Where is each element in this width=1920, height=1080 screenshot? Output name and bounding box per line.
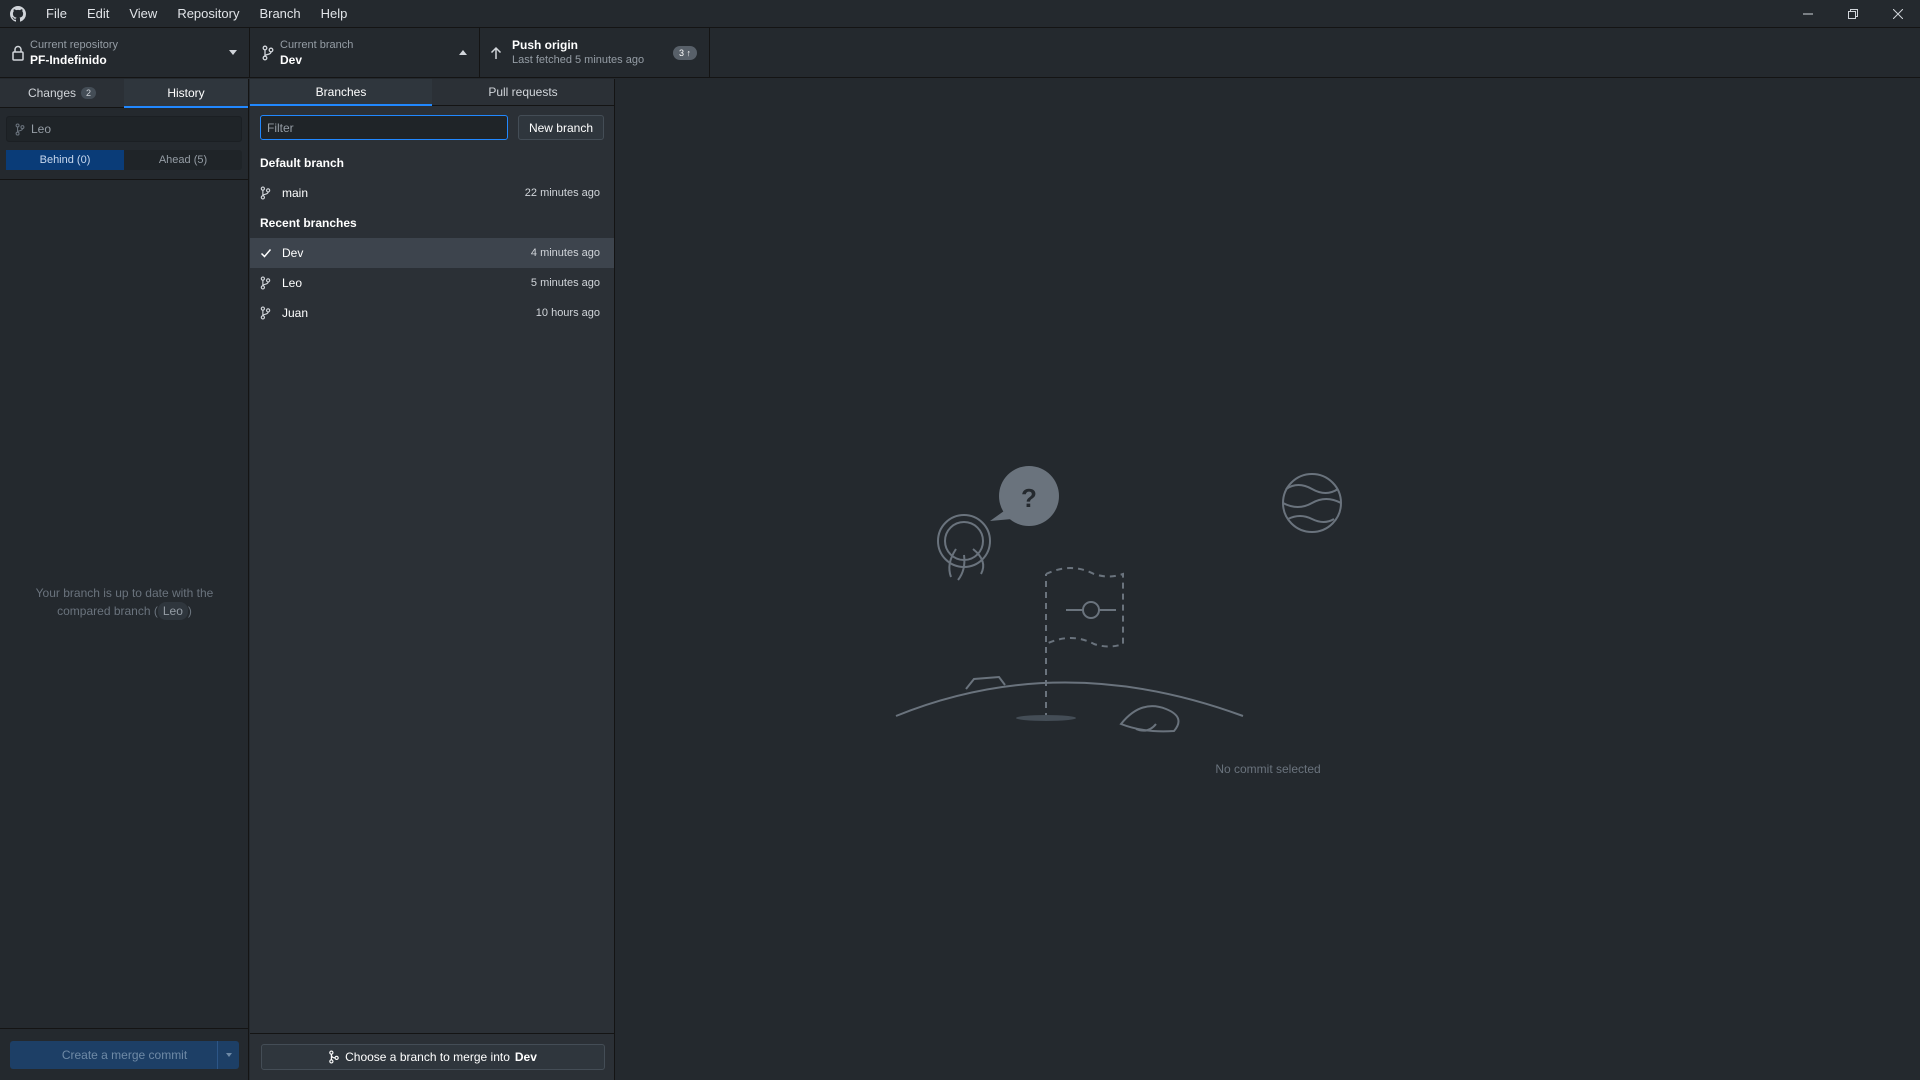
ahead-tab[interactable]: Ahead (5) (124, 150, 242, 170)
up-to-date-message: Your branch is up to date with the compa… (0, 584, 249, 620)
merge-into-label: Choose a branch to merge into (345, 1050, 510, 1064)
tab-pull-requests[interactable]: Pull requests (432, 79, 614, 105)
repo-name: PF-Indefinido (30, 53, 107, 67)
branch-item-juan[interactable]: Juan 10 hours ago (250, 298, 614, 328)
github-logo-icon (0, 0, 36, 28)
new-branch-button[interactable]: New branch (517, 115, 604, 140)
branch-filter-input[interactable]: Filter (260, 115, 508, 140)
svg-text:?: ? (1021, 483, 1037, 513)
menu-help[interactable]: Help (311, 0, 358, 28)
branch-caption: Current branch (280, 39, 354, 51)
menu-file[interactable]: File (36, 0, 77, 28)
menu-view[interactable]: View (119, 0, 167, 28)
tab-changes[interactable]: Changes 2 (0, 79, 124, 107)
branch-name: Juan (282, 306, 309, 320)
no-commit-selected-text: No commit selected (1215, 762, 1321, 776)
tab-history-label: History (167, 86, 205, 100)
ahead-count-badge: 3 ↑ (672, 46, 697, 60)
choose-branch-to-merge-button[interactable]: Choose a branch to merge into Dev (260, 1044, 605, 1070)
merge-bar: Create a merge commit (0, 1028, 249, 1080)
git-branch-icon (260, 276, 280, 290)
chevron-down-icon (229, 50, 237, 55)
menu-repository[interactable]: Repository (167, 0, 249, 28)
chevron-down-icon (225, 1052, 232, 1057)
compare-branch-input[interactable]: Leo (6, 116, 242, 142)
git-branch-icon (260, 186, 280, 200)
merge-target-branch: Dev (514, 1050, 537, 1064)
minimize-icon[interactable] (1785, 0, 1830, 28)
empty-state-illustration: ? (895, 466, 1342, 733)
window-controls (1785, 0, 1920, 28)
up-to-date-line2: compared branch (Leo) (57, 602, 192, 620)
branch-item-dev[interactable]: Dev 4 minutes ago (250, 238, 614, 268)
branch-item-leo[interactable]: Leo 5 minutes ago (250, 268, 614, 298)
branch-dropdown: Branches Pull requests Filter New branch… (250, 79, 615, 1080)
branch-item-main[interactable]: main 22 minutes ago (250, 178, 614, 208)
main-content: ? No commit selected (616, 79, 1920, 1080)
restore-icon[interactable] (1830, 0, 1875, 28)
create-merge-commit-button[interactable]: Create a merge commit (10, 1040, 239, 1069)
toolbar: Current repository PF-Indefinido Current… (0, 28, 1920, 78)
branch-name: Dev (282, 246, 304, 260)
branch-time: 4 minutes ago (530, 247, 600, 259)
arrow-up-icon (480, 46, 512, 60)
branch-name: main (282, 186, 309, 200)
repo-caption: Current repository (30, 39, 119, 51)
branch-name: Dev (280, 53, 303, 67)
merge-into-bar: Choose a branch to merge into Dev (250, 1033, 615, 1080)
push-origin-button[interactable]: Push origin Last fetched 5 minutes ago 3… (480, 28, 710, 78)
branch-time: 10 hours ago (535, 307, 600, 319)
behind-tab[interactable]: Behind (0) (6, 150, 124, 170)
merge-options-dropdown[interactable] (217, 1040, 239, 1069)
compare-branch-value: Leo (31, 122, 52, 136)
branch-dropdown-tabs: Branches Pull requests (250, 79, 614, 106)
compared-branch-pill: Leo (157, 602, 188, 620)
last-fetched: Last fetched 5 minutes ago (512, 54, 645, 66)
branch-name: Leo (282, 276, 303, 290)
default-branch-header: Default branch (260, 156, 345, 170)
sidebar-tabs: Changes 2 History (0, 79, 248, 108)
changes-count-badge: 2 (81, 87, 97, 99)
git-merge-icon (328, 1050, 340, 1064)
recent-branches-header: Recent branches (260, 216, 357, 230)
filter-row: Filter New branch (250, 106, 614, 148)
push-title: Push origin (512, 38, 578, 52)
branch-selector[interactable]: Current branch Dev (250, 28, 480, 78)
tab-changes-label: Changes (27, 86, 77, 100)
menu-edit[interactable]: Edit (77, 0, 119, 28)
tab-branches[interactable]: Branches (250, 79, 432, 106)
check-icon (260, 247, 280, 259)
merge-button-label: Create a merge commit (61, 1047, 188, 1062)
menu-bar: File Edit View Repository Branch Help (0, 0, 1920, 28)
git-branch-icon (15, 122, 25, 136)
repository-selector[interactable]: Current repository PF-Indefinido (0, 28, 250, 78)
close-icon[interactable] (1875, 0, 1920, 28)
git-branch-icon (260, 306, 280, 320)
behind-ahead-toggle: Behind (0) Ahead (5) (6, 150, 242, 170)
branch-time: 5 minutes ago (530, 277, 600, 289)
up-to-date-line1: Your branch is up to date with the (35, 586, 214, 600)
left-sidebar: Changes 2 History Leo Behind (0) Ahead (… (0, 79, 249, 1080)
chevron-up-icon (459, 50, 467, 55)
tab-history[interactable]: History (124, 79, 248, 108)
branch-time: 22 minutes ago (524, 187, 600, 199)
menu-branch[interactable]: Branch (249, 0, 310, 28)
divider (0, 179, 248, 180)
